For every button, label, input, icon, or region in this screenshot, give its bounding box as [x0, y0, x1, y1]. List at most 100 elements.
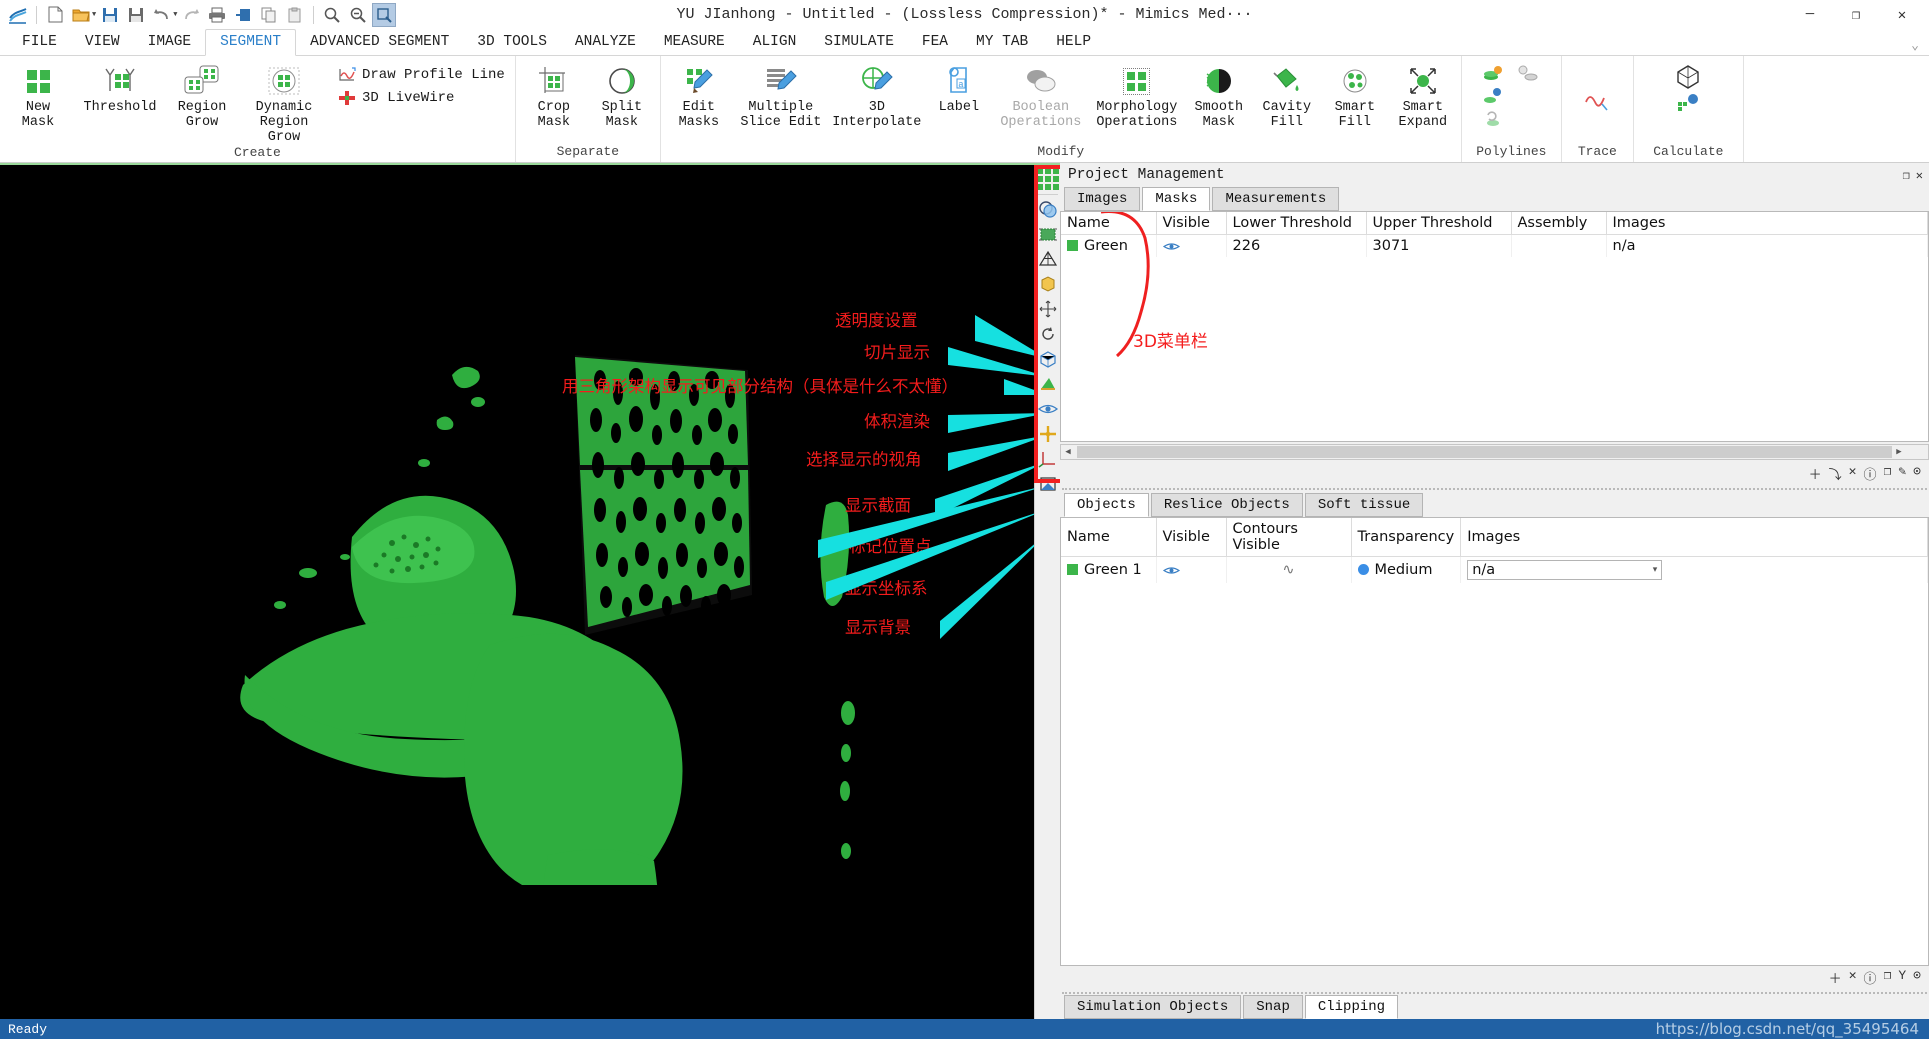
menu-item-view[interactable]: VIEW — [71, 30, 134, 55]
mark-point-icon[interactable] — [1036, 422, 1060, 446]
print-icon[interactable] — [205, 3, 229, 27]
masks-col-upper-threshold[interactable]: Upper Threshold — [1366, 212, 1512, 235]
add-mask-icon[interactable]: ＋ — [1809, 464, 1822, 483]
triangle-structure-icon[interactable] — [1036, 247, 1060, 271]
chevron-down-icon[interactable]: ▾ — [1653, 565, 1658, 575]
mask-visible-cell[interactable] — [1156, 234, 1227, 257]
objects-col-visible[interactable]: Visible — [1156, 518, 1227, 557]
dynamic-region-grow-button[interactable]: Dynamic Region Grow — [236, 60, 332, 145]
objects-table-container[interactable]: Name Visible Contours Visible Transparen… — [1060, 517, 1929, 966]
split-mask-button[interactable]: Split Mask — [588, 60, 656, 130]
tab-simulation-objects[interactable]: Simulation Objects — [1064, 995, 1242, 1019]
copy-icon[interactable] — [257, 3, 281, 27]
object-visible-cell[interactable] — [1156, 556, 1227, 583]
eye-icon[interactable] — [1162, 565, 1220, 576]
3d-viewport[interactable]: 透明度设置 切片显示 用三角形架构显示可见部分结构（具体是什么不太懂） 体积渲染… — [0, 163, 1060, 1019]
masks-col-name[interactable]: Name — [1061, 212, 1157, 235]
objects-panel-splitter[interactable] — [1062, 992, 1927, 994]
morphology-operations-button[interactable]: Morphology Operations — [1089, 60, 1185, 130]
tab-objects[interactable]: Objects — [1064, 493, 1149, 517]
eye-icon[interactable] — [1162, 241, 1220, 252]
label-button[interactable]: a Label — [925, 60, 993, 115]
new-file-icon[interactable] — [43, 3, 67, 27]
zoom-out-icon[interactable] — [346, 3, 370, 27]
menu-item-image[interactable]: IMAGE — [134, 30, 206, 55]
save-icon[interactable] — [98, 3, 122, 27]
tab-soft-tissue[interactable]: Soft tissue — [1304, 493, 1424, 517]
menu-item-fea[interactable]: FEA — [908, 30, 962, 55]
zoom-in-icon[interactable] — [320, 3, 344, 27]
mask-name-cell[interactable]: Green — [1061, 234, 1157, 257]
paste-icon[interactable] — [283, 3, 307, 27]
smooth-mask-button[interactable]: Smooth Mask — [1185, 60, 1253, 130]
duplicate-mask-icon[interactable]: ⤵ — [1829, 464, 1842, 483]
panel-splitter[interactable] — [1062, 488, 1927, 490]
object-images-cell[interactable]: n/a ▾ — [1460, 556, 1928, 583]
save-as-icon[interactable] — [124, 3, 148, 27]
3d-toolbar-grid-icon[interactable] — [1036, 167, 1060, 191]
export-icon[interactable] — [231, 3, 255, 27]
chevron-down-icon[interactable]: ▼ — [92, 11, 96, 19]
table-row[interactable]: Green 226 3071 n/a — [1061, 234, 1928, 257]
trace-icon[interactable] — [1582, 88, 1612, 116]
menu-item-file[interactable]: FILE — [8, 30, 71, 55]
undo-chevron-down-icon[interactable]: ▼ — [173, 11, 177, 19]
export-mask-icon[interactable]: ❐ — [1884, 464, 1892, 483]
objects-col-contours-visible[interactable]: Contours Visible — [1226, 518, 1352, 557]
delete-mask-icon[interactable]: ✕ — [1849, 464, 1857, 483]
masks-col-lower-threshold[interactable]: Lower Threshold — [1226, 212, 1367, 235]
mask-images[interactable]: n/a — [1606, 234, 1928, 257]
object-info-icon[interactable]: ⓘ — [1864, 968, 1877, 987]
mask-assembly[interactable] — [1511, 234, 1607, 257]
tab-snap[interactable]: Snap — [1243, 995, 1303, 1019]
menu-item-measure[interactable]: MEASURE — [650, 30, 739, 55]
tab-clipping[interactable]: Clipping — [1304, 995, 1399, 1019]
polylines-row-2[interactable] — [1482, 86, 1540, 106]
objects-col-name[interactable]: Name — [1061, 518, 1157, 557]
mask-upper-threshold[interactable]: 3071 — [1366, 234, 1512, 257]
objects-col-images[interactable]: Images — [1460, 518, 1928, 557]
background-toggle-icon[interactable] — [1036, 472, 1060, 496]
open-folder-icon[interactable] — [69, 3, 93, 27]
tab-measurements[interactable]: Measurements — [1212, 187, 1340, 211]
object-properties-icon[interactable]: ⊙ — [1913, 968, 1921, 987]
slice-display-icon[interactable] — [1036, 222, 1060, 246]
show-section-icon[interactable] — [1036, 397, 1060, 421]
scroll-right-arrow-icon[interactable]: ▶ — [1892, 447, 1906, 457]
rotate-icon[interactable] — [1036, 322, 1060, 346]
panel-undock-button[interactable]: ❐ — [1903, 168, 1910, 183]
menu-item-simulate[interactable]: SIMULATE — [810, 30, 908, 55]
redo-icon[interactable] — [179, 3, 203, 27]
3d-tools-sidebar[interactable] — [1034, 165, 1060, 1019]
restore-button[interactable]: ❐ — [1833, 1, 1879, 29]
tab-reslice-objects[interactable]: Reslice Objects — [1150, 493, 1303, 517]
crop-mask-button[interactable]: Crop Mask — [520, 60, 588, 130]
masks-table-container[interactable]: Name Visible Lower Threshold Upper Thres… — [1060, 211, 1929, 442]
merge-object-icon[interactable]: Υ — [1898, 968, 1906, 987]
object-name-cell[interactable]: Green 1 — [1061, 556, 1157, 583]
menu-item-align[interactable]: ALIGN — [739, 30, 811, 55]
objects-col-transparency[interactable]: Transparency — [1351, 518, 1462, 557]
multiple-slice-edit-button[interactable]: Multiple Slice Edit — [733, 60, 829, 130]
object-contours-visible[interactable]: ∿ — [1226, 556, 1352, 583]
calculate-part-icon[interactable] — [1675, 93, 1701, 111]
scrollbar-thumb[interactable] — [1077, 446, 1892, 458]
3d-livewire-button[interactable]: 3D LiveWire — [338, 89, 505, 107]
tab-images[interactable]: Images — [1064, 187, 1141, 211]
delete-object-icon[interactable]: ✕ — [1849, 968, 1857, 987]
calculate-3d-icon[interactable] — [1675, 64, 1701, 90]
boolean-operations-button[interactable]: Boolean Operations — [993, 60, 1089, 130]
coordinate-system-icon[interactable] — [1036, 447, 1060, 471]
masks-col-images[interactable]: Images — [1606, 212, 1928, 235]
polylines-row-3[interactable] — [1482, 108, 1540, 128]
pan-icon[interactable] — [1036, 297, 1060, 321]
panel-close-button[interactable]: ✕ — [1916, 168, 1923, 183]
edit-masks-button[interactable]: Edit Masks — [665, 60, 733, 130]
close-button[interactable]: ✕ — [1879, 1, 1925, 29]
menu-item-analyze[interactable]: ANALYZE — [561, 30, 650, 55]
tab-masks[interactable]: Masks — [1142, 187, 1211, 211]
draw-profile-line-button[interactable]: Draw Profile Line — [338, 66, 505, 84]
clipping-plane-icon[interactable] — [1036, 372, 1060, 396]
mask-lower-threshold[interactable]: 226 — [1226, 234, 1367, 257]
mask-info-icon[interactable]: ⓘ — [1864, 464, 1877, 483]
